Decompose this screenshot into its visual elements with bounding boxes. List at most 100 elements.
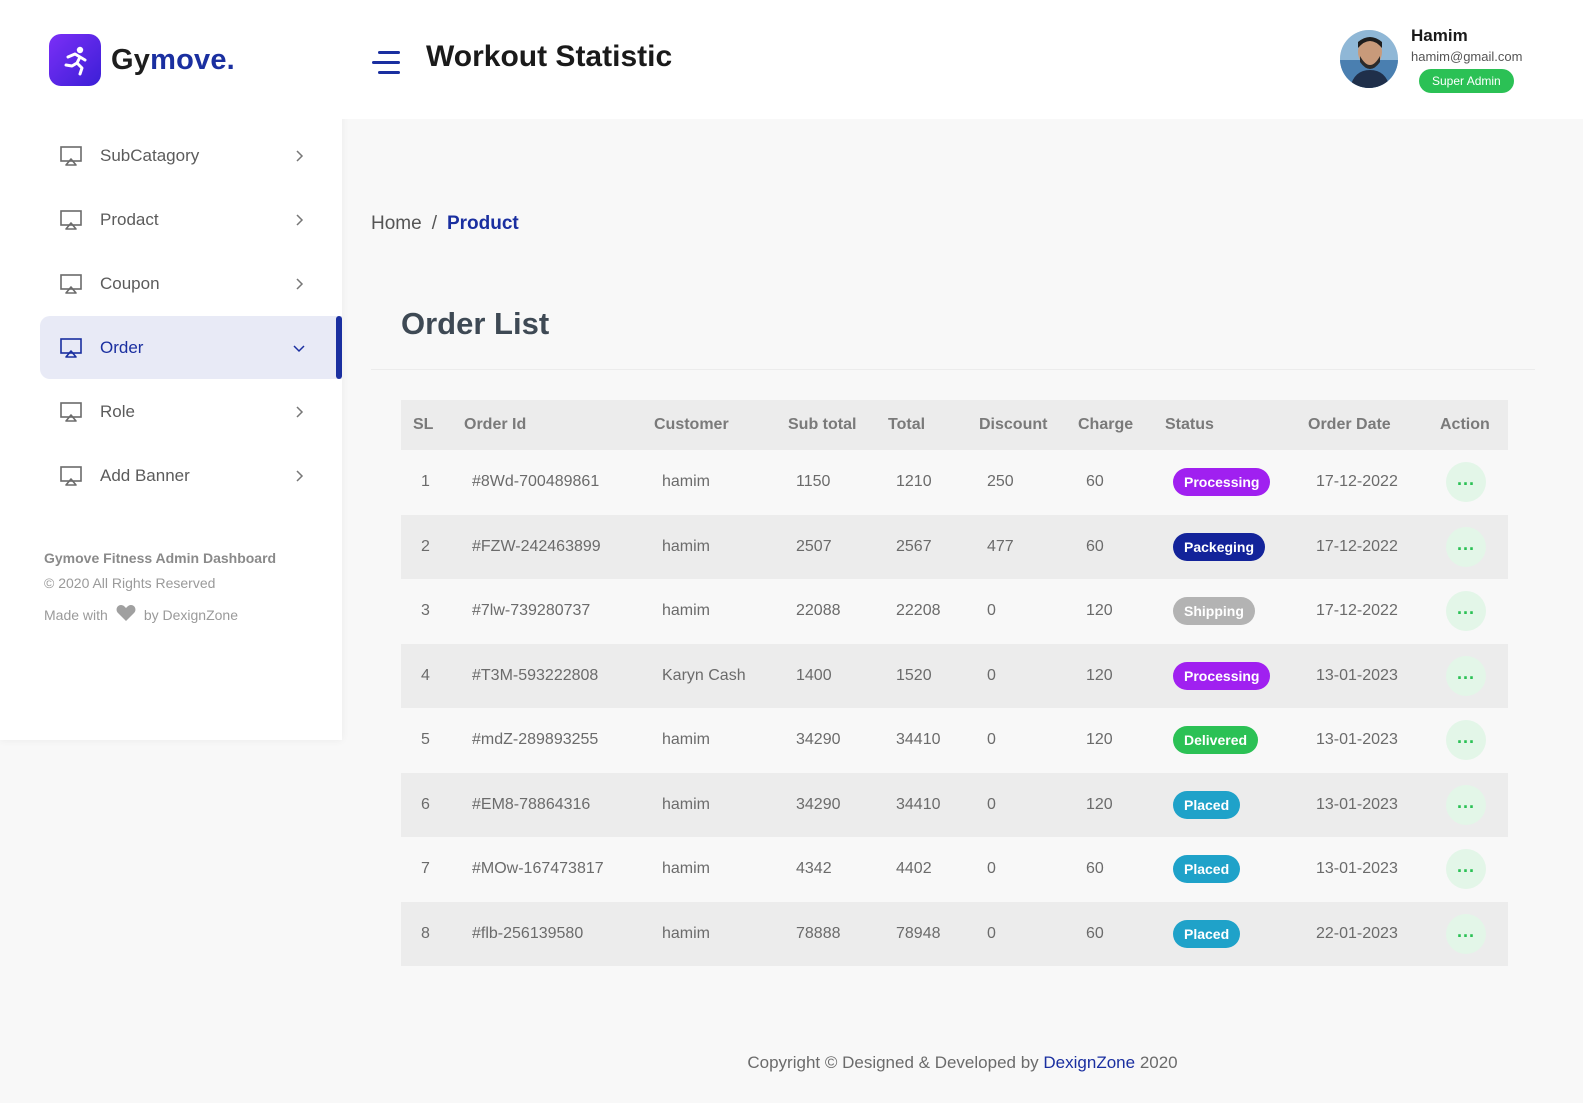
cell-status: Placed (1165, 855, 1308, 884)
status-badge: Packeging (1173, 532, 1266, 561)
avatar[interactable] (1340, 30, 1398, 88)
cell-charge: 60 (1086, 860, 1104, 878)
cell-sub-total: 34290 (796, 731, 841, 749)
cell-date: 13-01-2023 (1316, 731, 1398, 749)
column-header: Action (1440, 416, 1490, 433)
chevron-right-icon (292, 277, 306, 291)
table-row: 8 #flb-256139580 hamim 78888 78948 0 60 Placed 2… (401, 901, 1508, 966)
more-dots-icon: ... (1456, 920, 1475, 941)
breadcrumb: Home / Product (371, 213, 519, 235)
top-header: Workout Statistic Hamim hamim@gmail.com … (342, 0, 1583, 119)
more-actions-button[interactable]: ... (1446, 526, 1486, 567)
column-header: Total (888, 416, 926, 433)
cell-action: ... (1440, 784, 1508, 825)
cell-status: Placed (1165, 919, 1308, 948)
running-man-icon (49, 34, 101, 86)
breadcrumb-home[interactable]: Home (371, 213, 422, 235)
footer-title: Gymove Fitness Admin Dashboard (44, 550, 277, 566)
sidebar-item-subcatagory[interactable]: SubCatagory (40, 124, 342, 187)
cell-discount: 250 (987, 473, 1014, 491)
sidebar-item-label: Role (100, 401, 135, 421)
user-profile[interactable]: Hamim hamim@gmail.com Super Admin (1340, 26, 1522, 93)
sidebar-item-add-banner[interactable]: Add Banner (40, 444, 342, 507)
cell-action: ... (1440, 720, 1508, 761)
cell-discount: 0 (987, 860, 996, 878)
table-row: 3 #7lw-739280737 hamim 22088 22208 0 120 Shippi… (401, 579, 1508, 644)
cell-customer: hamim (662, 473, 711, 491)
cell-discount: 0 (987, 924, 996, 942)
cell-discount: 0 (987, 602, 996, 620)
logo[interactable]: Gymove. (49, 34, 235, 86)
sidebar-item-role[interactable]: Role (40, 380, 342, 443)
cell-discount: 0 (987, 795, 996, 813)
sidebar-item-label: Prodact (100, 209, 159, 229)
more-actions-button[interactable]: ... (1446, 784, 1486, 825)
cell-order-id: #EM8-78864316 (472, 795, 591, 813)
table-header: SL Order Id Customer Sub total Total Discount… (401, 400, 1508, 450)
sidebar-footer: Gymove Fitness Admin Dashboard © 2020 Al… (44, 550, 276, 625)
cell-sub-total: 78888 (796, 924, 841, 942)
sidebar-item-order[interactable]: Order (40, 316, 342, 379)
more-dots-icon: ... (1456, 469, 1475, 490)
cell-action: ... (1440, 913, 1508, 954)
cell-customer: Karyn Cash (662, 666, 746, 684)
cell-charge: 120 (1086, 795, 1113, 813)
cell-total: 78948 (896, 924, 941, 942)
cell-date: 17-12-2022 (1316, 602, 1398, 620)
cell-sl: 8 (421, 924, 430, 942)
status-badge: Placed (1173, 855, 1241, 884)
cell-status: Delivered (1165, 726, 1308, 755)
more-actions-button[interactable]: ... (1446, 462, 1486, 503)
sidebar-menu: SubCatagory Prodact Coupon Order Role Add Ban… (40, 124, 342, 508)
heart-icon (116, 604, 136, 625)
more-dots-icon: ... (1456, 791, 1475, 812)
cell-total: 22208 (896, 602, 941, 620)
role-badge: Super Admin (1419, 69, 1514, 93)
table-row: 4 #T3M-593222808 Karyn Cash 1400 1520 0 120 Pro… (401, 643, 1508, 708)
chevron-right-icon (292, 213, 306, 227)
cell-customer: hamim (662, 795, 711, 813)
more-actions-button[interactable]: ... (1446, 655, 1486, 696)
cell-charge: 120 (1086, 666, 1113, 684)
cell-sl: 6 (421, 795, 430, 813)
more-actions-button[interactable]: ... (1446, 591, 1486, 632)
cell-sub-total: 4342 (796, 860, 832, 878)
sidebar-item-prodact[interactable]: Prodact (40, 188, 342, 251)
card-title: Order List (401, 306, 550, 341)
sidebar-item-coupon[interactable]: Coupon (40, 252, 342, 315)
footer-brand-link[interactable]: DexignZone (1043, 1053, 1135, 1072)
more-dots-icon: ... (1456, 533, 1475, 554)
more-dots-icon: ... (1456, 598, 1475, 619)
column-header: SL (413, 416, 434, 433)
chevron-right-icon (292, 405, 306, 419)
sidebar-item-label: Coupon (100, 273, 160, 293)
breadcrumb-separator: / (431, 213, 437, 234)
cell-order-id: #7lw-739280737 (472, 602, 591, 620)
more-dots-icon: ... (1456, 727, 1475, 748)
more-actions-button[interactable]: ... (1446, 720, 1486, 761)
status-badge: Shipping (1173, 597, 1255, 626)
table-row: 7 #MOw-167473817 hamim 4342 4402 0 60 Placed 13-… (401, 837, 1508, 902)
cell-sub-total: 34290 (796, 795, 841, 813)
logo-text: Gymove. (111, 43, 235, 76)
cell-total: 4402 (896, 860, 932, 878)
cell-total: 34410 (896, 731, 941, 749)
sidebar-item-label: Add Banner (100, 465, 190, 485)
more-actions-button[interactable]: ... (1446, 913, 1486, 954)
status-badge: Processing (1173, 661, 1271, 690)
divider (371, 369, 1535, 370)
column-header: Order Date (1308, 416, 1391, 433)
cell-order-id: #mdZ-289893255 (472, 731, 599, 749)
column-header: Sub total (788, 416, 857, 433)
monitor-icon (58, 143, 84, 169)
cell-sl: 7 (421, 860, 430, 878)
more-dots-icon: ... (1456, 662, 1475, 683)
cell-sub-total: 1150 (796, 473, 831, 491)
cell-total: 1210 (896, 473, 932, 491)
sidebar-item-label: Order (100, 337, 144, 357)
hamburger-menu-icon[interactable] (372, 51, 400, 75)
footer-rights: © 2020 All Rights Reserved (44, 575, 216, 591)
more-actions-button[interactable]: ... (1446, 849, 1486, 890)
cell-date: 13-01-2023 (1316, 860, 1398, 878)
cell-action: ... (1440, 462, 1508, 503)
